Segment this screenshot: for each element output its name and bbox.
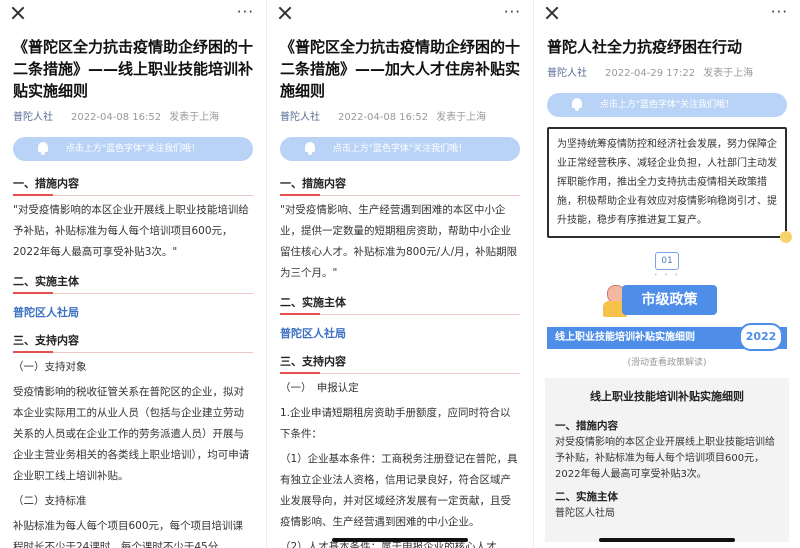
follow-banner[interactable]: 点击上方"蓝色字体"关注我们哦！ (547, 93, 787, 117)
intro-text: 为坚持统筹疫情防控和经济社会发展，努力保障企业正常经营秩序、减轻企业负担，人社部… (557, 139, 777, 226)
policy-strip: 线上职业技能培训补贴实施细则 2022 (547, 323, 787, 351)
section-heading: 三、支持内容 (13, 328, 253, 353)
policy-detail-title: 线上职业技能培训补贴实施细则 (590, 390, 744, 403)
subheading: （二）支持标准 (13, 495, 87, 507)
article-screen-3: ··· 普陀人社全力抗疫纾困在行动 普陀人社 2022-04-29 17:22 发表… (533, 0, 800, 548)
article-meta: 普陀人社 2022-04-08 16:52 发表于上海 (13, 108, 253, 123)
more-options-icon[interactable]: ··· (237, 4, 254, 20)
scroll-hint: (滑动查看政策解读) (627, 358, 707, 368)
paragraph: 受疫情影响的税收征管关系在普陀区的企业，拟对本企业实际用工的从业人员（包括与企业… (13, 386, 250, 482)
agency-name: 普陀区人社局 (13, 306, 79, 319)
close-icon[interactable] (544, 5, 560, 21)
top-bar: ··· (267, 0, 533, 30)
section-heading: 一、措施内容 (280, 171, 520, 196)
close-icon[interactable] (10, 5, 26, 21)
section-heading: 二、实施主体 (280, 290, 520, 315)
bell-icon (302, 141, 318, 155)
subheading: （一）支持对象 (13, 361, 87, 373)
author-link[interactable]: 普陀人社 (280, 112, 320, 123)
paragraph: "对受疫情影响的本区企业开展线上职业技能培训给予补贴，补贴标准为每人每个培训项目… (13, 204, 249, 258)
intro-box: 为坚持统筹疫情防控和经济社会发展，努力保障企业正常经营秩序、减轻企业负担，人社部… (547, 127, 792, 243)
section-heading: 一、措施内容 (555, 420, 618, 432)
paragraph: 对受疫情影响的本区企业开展线上职业技能培训给予补贴，补贴标准为每人每个培训项目6… (555, 437, 775, 480)
subheading: （一） 申报认定 (280, 382, 359, 394)
policy-label: 市级政策 (622, 285, 717, 315)
paragraph: 1.企业申请短期租房资助手册额度，应同时符合以下条件： (280, 407, 511, 440)
paragraph: 普陀区人社局 (555, 508, 615, 519)
publish-location: 发表于上海 (703, 68, 754, 79)
article-screen-2: ··· 《普陀区全力抗击疫情助企纾困的十二条措施》——加大人才住房补贴实施细则 … (266, 0, 533, 548)
article-screen-1: ··· 《普陀区全力抗击疫情助企纾困的十二条措施》——线上职业技能培训补贴实施细… (0, 0, 266, 548)
follow-banner[interactable]: 点击上方"蓝色字体"关注我们哦！ (13, 137, 253, 161)
paragraph: 补贴标准为每人每个项目600元，每个项目培训课程时长不少于24课时，每个课时不少… (13, 520, 244, 548)
follow-banner-text: 点击上方"蓝色字体"关注我们哦！ (599, 100, 735, 110)
author-link[interactable]: 普陀人社 (547, 68, 587, 79)
more-options-icon[interactable]: ··· (504, 4, 521, 20)
more-options-icon[interactable]: ··· (771, 4, 788, 20)
section-number-badge: 01 (655, 252, 679, 270)
publish-date: 2022-04-08 16:52 (338, 112, 429, 123)
article-title: 《普陀区全力抗击疫情助企纾困的十二条措施》——线上职业技能培训补贴实施细则 (13, 38, 254, 100)
close-icon[interactable] (277, 5, 293, 21)
bell-icon (35, 141, 51, 155)
agency-name: 普陀区人社局 (280, 327, 346, 340)
decorative-dot-icon (780, 231, 792, 243)
year-badge: 2022 (739, 323, 783, 351)
section-heading: 二、实施主体 (13, 269, 253, 294)
policy-detail-box[interactable]: 线上职业技能培训补贴实施细则 一、措施内容 对受疫情影响的本区企业开展线上职业技… (545, 378, 789, 542)
article-title: 《普陀区全力抗击疫情助企纾困的十二条措施》——加大人才住房补贴实施细则 (280, 38, 521, 100)
home-indicator (599, 538, 735, 542)
publish-location: 发表于上海 (169, 112, 220, 123)
policy-header: 市级政策 (547, 281, 787, 327)
follow-banner-text: 点击上方"蓝色字体"关注我们哦！ (332, 144, 468, 154)
author-link[interactable]: 普陀人社 (13, 112, 53, 123)
section-heading: 三、支持内容 (280, 349, 520, 374)
follow-banner-text: 点击上方"蓝色字体"关注我们哦！ (65, 144, 201, 154)
section-heading: 一、措施内容 (13, 171, 253, 196)
paragraph: "对受疫情影响、生产经营遇到困难的本区中小企业，提供一定数量的短期租房资助，帮助… (280, 204, 518, 279)
publish-date: 2022-04-08 16:52 (71, 112, 162, 123)
article-meta: 普陀人社 2022-04-08 16:52 发表于上海 (280, 108, 520, 123)
article-meta: 普陀人社 2022-04-29 17:22 发表于上海 (547, 64, 787, 79)
publish-date: 2022-04-29 17:22 (605, 68, 696, 79)
top-bar: ··· (534, 0, 800, 30)
article-title: 普陀人社全力抗疫纾困在行动 (547, 38, 743, 56)
policy-strip-text: 线上职业技能培训补贴实施细则 (555, 332, 695, 343)
dots-divider: • • • (653, 271, 681, 279)
paragraph: （1）企业基本条件：工商税务注册登记在普陀，具有独立企业法人资格，信用记录良好，… (280, 453, 518, 528)
home-indicator (332, 538, 468, 542)
publish-location: 发表于上海 (436, 112, 487, 123)
top-bar: ··· (0, 0, 266, 30)
bell-icon (569, 97, 585, 111)
follow-banner[interactable]: 点击上方"蓝色字体"关注我们哦！ (280, 137, 520, 161)
section-heading: 二、实施主体 (555, 491, 618, 503)
